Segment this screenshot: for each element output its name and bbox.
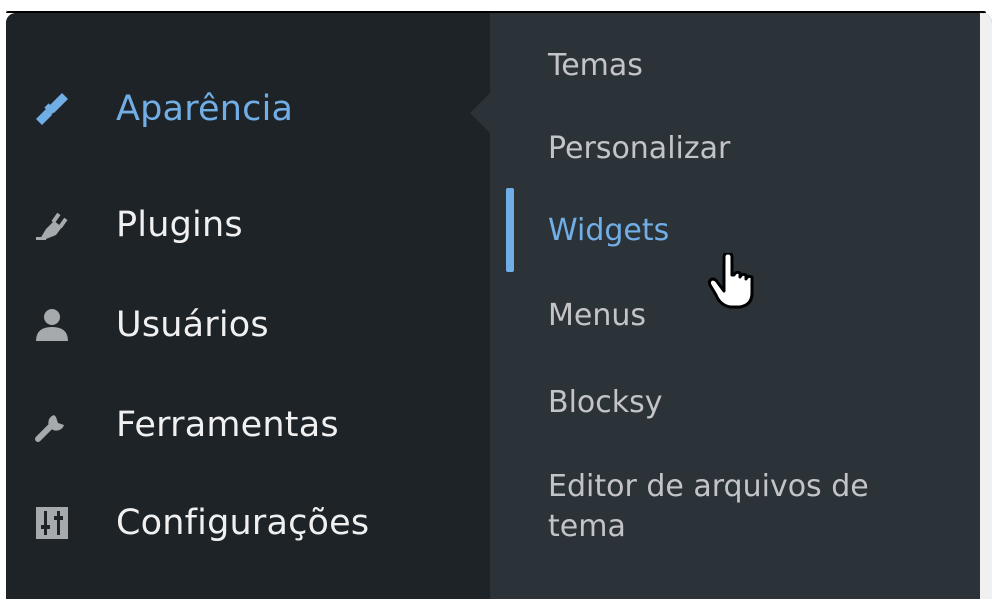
sidebar-item-aparencia[interactable]: Aparência [6,69,490,149]
admin-menu-frame: Aparência Plugins Usuários Ferramentas C… [6,13,992,599]
submenu-item-menus[interactable]: Menus [548,296,646,336]
submenu-pointer [470,91,492,135]
sidebar-item-ferramentas[interactable]: Ferramentas [6,385,490,465]
hand-pointer-icon [706,251,766,313]
submenu-item-label-line2: tema [548,509,626,544]
sidebar-item-label: Configurações [116,503,370,543]
sidebar-item-plugins[interactable]: Plugins [6,185,490,265]
sidebar-item-configuracoes[interactable]: Configurações [6,483,490,563]
submenu-item-blocksy[interactable]: Blocksy [548,383,663,423]
submenu-item-widgets[interactable]: Widgets [548,211,669,251]
sidebar-item-label: Aparência [116,89,294,129]
submenu-item-label-line1: Editor de arquivos de [548,469,869,504]
sidebar-item-usuarios[interactable]: Usuários [6,285,490,365]
plugin-icon [32,205,72,245]
submenu-item-editor-de-arquivos[interactable]: Editor de arquivos de tema [548,467,869,547]
sidebar-item-label: Plugins [116,205,243,245]
submenu-item-temas[interactable]: Temas [548,46,643,86]
sidebar-item-label: Ferramentas [116,405,339,445]
settings-sliders-icon [32,503,72,543]
wrench-icon [32,405,72,445]
paintbrush-icon [32,89,72,129]
submenu-item-personalizar[interactable]: Personalizar [548,129,730,169]
current-item-indicator [506,188,514,272]
content-area-edge [980,13,992,599]
user-icon [32,305,72,345]
admin-sidebar: Aparência Plugins Usuários Ferramentas C… [6,13,490,599]
sidebar-item-label: Usuários [116,305,269,345]
